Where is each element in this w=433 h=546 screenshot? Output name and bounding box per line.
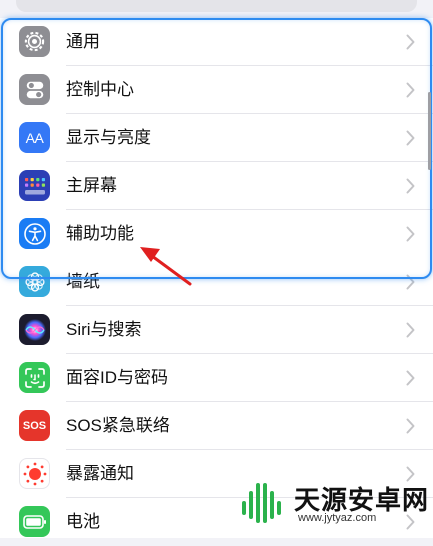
settings-row-accessibility[interactable]: 辅助功能 (0, 210, 433, 258)
settings-row-label: 面容ID与密码 (66, 368, 168, 387)
settings-row-label: 电池 (66, 512, 100, 531)
settings-row-label: 显示与亮度 (66, 128, 151, 147)
chevron-right-icon (406, 34, 415, 50)
settings-row-home-screen[interactable]: 主屏幕 (0, 162, 433, 210)
settings-row-label: SOS紧急联络 (66, 416, 170, 435)
sos-icon: SOS (19, 410, 50, 441)
face-id-icon (19, 362, 50, 393)
chevron-right-icon (406, 130, 415, 146)
chevron-right-icon (406, 418, 415, 434)
settings-row-label: 控制中心 (66, 80, 134, 99)
settings-row-label: 墙纸 (66, 272, 100, 291)
settings-row-emergency-sos[interactable]: SOS SOS紧急联络 (0, 402, 433, 450)
chevron-right-icon (406, 178, 415, 194)
settings-row-label: 辅助功能 (66, 224, 134, 243)
settings-row-face-id-passcode[interactable]: 面容ID与密码 (0, 354, 433, 402)
settings-row-label: 主屏幕 (66, 176, 117, 195)
search-field-partial (16, 0, 417, 12)
chevron-right-icon (406, 274, 415, 290)
gear-icon (19, 26, 50, 57)
icon-glyph: AA (25, 129, 44, 146)
exposure-icon (19, 458, 50, 489)
chevron-right-icon (406, 370, 415, 386)
watermark-logo-icon (242, 483, 281, 523)
app-grid-icon (19, 170, 50, 201)
settings-row-control-center[interactable]: 控制中心 (0, 66, 433, 114)
chevron-right-icon (406, 322, 415, 338)
chevron-right-icon (406, 226, 415, 242)
icon-glyph: SOS (22, 419, 47, 432)
settings-row-label: Siri与搜索 (66, 320, 142, 339)
watermark: 天源安卓网 www.jytyaz.com (236, 476, 433, 529)
settings-row-general[interactable]: 通用 (0, 18, 433, 66)
settings-row-label: 通用 (66, 32, 100, 51)
settings-row-display-brightness[interactable]: AA 显示与亮度 (0, 114, 433, 162)
flower-icon (19, 266, 50, 297)
watermark-url: www.jytyaz.com (298, 512, 377, 524)
scrollbar[interactable] (428, 92, 431, 170)
chevron-right-icon (406, 82, 415, 98)
aa-text-icon: AA (19, 122, 50, 153)
settings-row-wallpaper[interactable]: 墙纸 (0, 258, 433, 306)
settings-group-general: 通用 控制中心 AA 显示与亮度 主屏幕 辅助功能 (0, 18, 433, 278)
settings-row-siri-search[interactable]: Siri与搜索 (0, 306, 433, 354)
toggles-icon (19, 74, 50, 105)
accessibility-icon (19, 218, 50, 249)
settings-row-label: 暴露通知 (66, 464, 134, 483)
siri-icon (19, 314, 50, 345)
battery-icon (19, 506, 50, 537)
